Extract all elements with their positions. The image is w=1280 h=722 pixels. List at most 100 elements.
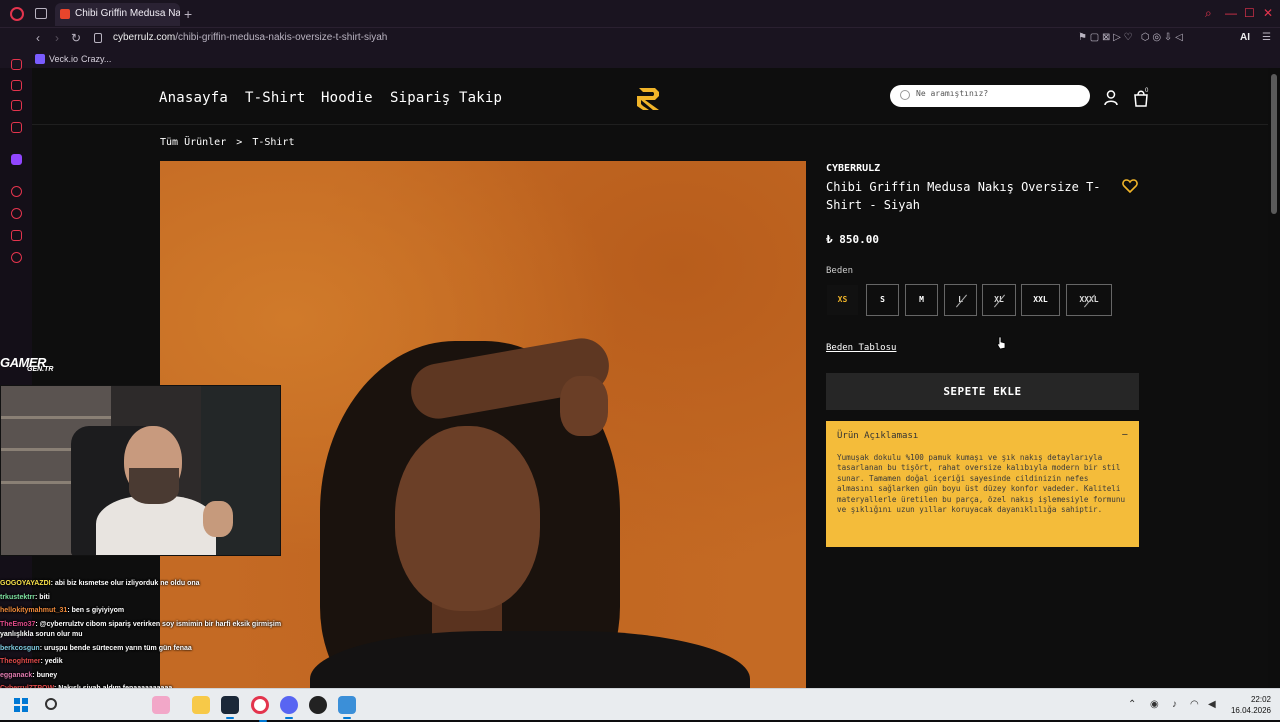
chat-username: egganack (0, 671, 33, 679)
size-xs[interactable]: XS (826, 284, 859, 316)
nav-home[interactable]: Anasayfa (159, 90, 228, 106)
maximize-icon[interactable]: ☐ (1244, 6, 1255, 20)
url-field[interactable]: cyberrulz.com/chibi-griffin-medusa-nakis… (113, 32, 387, 43)
chat-message: GOGOYAYAZDI: abi biz kısmetse olur izliy… (0, 577, 300, 591)
model-face (395, 426, 540, 611)
stream-chat: GOGOYAYAZDI: abi biz kısmetse olur izliy… (0, 577, 300, 696)
browser-tab-active[interactable]: Chibi Griffin Medusa Nakış (55, 3, 180, 26)
obs-icon[interactable] (309, 696, 327, 714)
tray-network-icon[interactable]: ◉ (1150, 699, 1159, 710)
search-tabs-icon[interactable]: ⌕ (1205, 6, 1212, 21)
tray-mic-icon[interactable]: ♪ (1172, 699, 1177, 710)
browser-menu-icon[interactable]: ☰ (1262, 32, 1271, 43)
file-explorer-icon[interactable] (192, 696, 210, 714)
size-xxl[interactable]: XXL (1021, 284, 1060, 316)
sidebar-settings-icon[interactable] (11, 252, 22, 263)
taskbar-search-icon[interactable] (45, 698, 57, 710)
browser-tabbar: Chibi Griffin Medusa Nakış + ⌕ — ☐ ✕ (0, 0, 1280, 28)
add-to-cart-button[interactable]: SEPETE EKLE (826, 373, 1139, 410)
gamergen-logo-sub: GEN.TR (27, 366, 54, 373)
steam-icon[interactable] (221, 696, 239, 719)
new-tab-button[interactable]: + (184, 6, 192, 22)
clock-date: 16.04.2026 (1230, 706, 1271, 715)
nav-hoodie[interactable]: Hoodie (321, 90, 373, 106)
sidebar-history-icon[interactable] (11, 208, 22, 219)
chat-username: trkustektrr (0, 593, 36, 601)
size-m[interactable]: M (905, 284, 938, 316)
chat-message: trkustektrr: biti (0, 591, 300, 605)
opera-menu-icon[interactable] (10, 7, 24, 21)
description-title[interactable]: Ürün Açıklaması (837, 431, 1128, 441)
tray-wifi-icon[interactable]: ◠ (1190, 699, 1199, 710)
page-scrollbar[interactable] (1268, 68, 1280, 688)
chat-username: Theoghtmer (0, 658, 41, 665)
wishlist-heart-icon[interactable] (1122, 179, 1138, 193)
reload-icon[interactable]: ↻ (71, 31, 81, 45)
chat-text: : uruşpu bende sürtecem yarın tüm gün fe… (39, 644, 192, 652)
size-chart-link[interactable]: Beden Tablosu (826, 343, 896, 353)
lock-icon[interactable] (94, 33, 102, 43)
nav-order-tracking[interactable]: Sipariş Takip (390, 90, 502, 106)
close-window-icon[interactable]: ✕ (1263, 6, 1273, 20)
search-input[interactable] (916, 89, 1076, 98)
chat-message: berkcosgun: uruşpu bende sürtecem yarın … (0, 642, 300, 656)
chat-username: berkcosgun (0, 644, 40, 652)
size-xxxl[interactable]: XXXL (1066, 284, 1112, 316)
toolbar-icons[interactable]: ⚑ ▢ ⊠ ▷ ♡ ⬡ ◎ ⇩ ◁ (1078, 32, 1183, 43)
breadcrumb-tshirt[interactable]: T-Shirt (252, 137, 294, 148)
sidebar-extensions-icon[interactable] (11, 230, 22, 241)
description-body: Yumuşak dokulu %100 pamuk kumaşı ve şık … (837, 453, 1126, 515)
taskbar-flowers-icon[interactable] (152, 696, 170, 714)
minimize-icon[interactable]: — (1225, 6, 1237, 20)
address-bar: ‹ › ↻ cyberrulz.com/chibi-griffin-medusa… (0, 28, 1280, 50)
sidebar-player-icon[interactable] (11, 186, 22, 197)
app-g-icon[interactable] (338, 696, 356, 719)
clock-time: 22:02 (1250, 695, 1271, 704)
taskbar-clock[interactable]: 22:02 16.04.2026 (1225, 694, 1271, 716)
ai-icon[interactable]: AI (1240, 32, 1250, 43)
sidebar-aria-icon[interactable] (11, 59, 22, 70)
sidebar-news-icon[interactable] (11, 122, 22, 133)
bookmark-veck[interactable]: Veck.io (49, 54, 78, 64)
breadcrumb-all-products[interactable]: Tüm Ürünler (160, 137, 226, 148)
breadcrumb: Tüm Ürünler > T-Shirt (160, 137, 298, 148)
chat-text: yanlışlıkla sorun olur mu (0, 631, 83, 638)
nav-tshirt[interactable]: T-Shirt (245, 90, 305, 106)
collapse-icon[interactable]: − (1122, 429, 1128, 441)
streamer-hand (203, 501, 233, 537)
scroll-thumb[interactable] (1271, 74, 1277, 214)
sidebar-games-icon[interactable] (11, 80, 22, 91)
discord-icon[interactable] (280, 696, 298, 719)
sidebar-gx-icon[interactable] (11, 100, 22, 111)
chat-username: hellokitymahmut_31 (0, 607, 68, 614)
tray-chevron-icon[interactable]: ⌃ (1128, 699, 1136, 710)
product-brand[interactable]: CYBERRULZ (826, 163, 880, 174)
size-xl[interactable]: XL (982, 284, 1016, 316)
size-l[interactable]: L (944, 284, 977, 316)
workspaces-icon[interactable] (35, 8, 47, 19)
size-s[interactable]: S (866, 284, 899, 316)
cyberrulz-logo[interactable] (633, 82, 665, 114)
chat-message: Theoghtmer: yedik (0, 655, 300, 669)
veck-bookmark-icon (35, 54, 45, 64)
windows-start-icon[interactable] (14, 698, 28, 712)
back-icon[interactable]: ‹ (36, 31, 40, 45)
chat-text: : @cyberrulztv cibom sipariş verirken so… (35, 620, 282, 628)
forward-icon[interactable]: › (55, 31, 59, 45)
bookmark-crazy[interactable]: Crazy... (81, 54, 111, 64)
product-description: Ürün Açıklaması − Yumuşak dokulu %100 pa… (826, 421, 1139, 547)
url-domain: cyberrulz.com (113, 32, 176, 43)
opera-gx-taskbar-icon[interactable] (251, 696, 269, 722)
sidebar-twitch-icon[interactable] (11, 154, 22, 165)
shelf-line (1, 416, 111, 419)
size-xs-label: XS (837, 295, 848, 304)
product-price: ₺ 850.00 (826, 233, 879, 246)
chat-text: : yedik (40, 658, 63, 665)
bookmarks-bar: Veck.io Crazy... (0, 50, 1280, 68)
tray-volume-icon[interactable]: ◀ (1208, 699, 1216, 710)
tab-favicon-icon (60, 9, 70, 19)
site-header: Anasayfa T-Shirt Hoodie Sipariş Takip 0 (32, 68, 1268, 125)
search-box[interactable] (890, 85, 1090, 107)
cart-count: 0 (1145, 88, 1149, 94)
account-icon[interactable] (1104, 90, 1118, 106)
